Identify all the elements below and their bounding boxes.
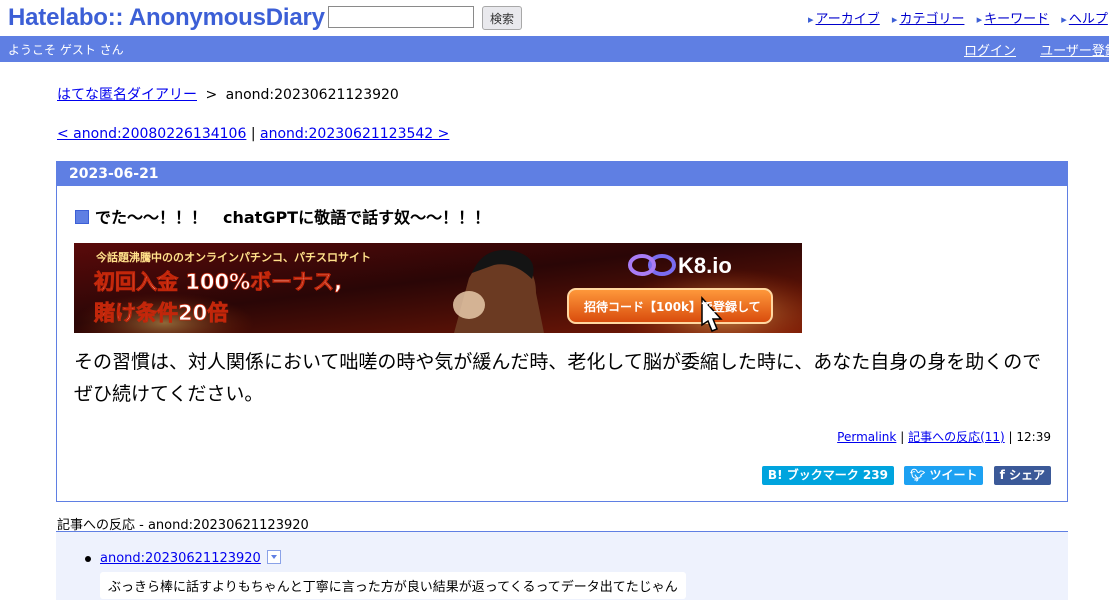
- ad-banner[interactable]: 今話題沸騰中ののオンラインパチンコ、パチスロサイト 初回入金 100%ボーナス,…: [74, 243, 802, 333]
- entry-box: 2023-06-21 でた〜〜！！！ chatGPTに敬語で話す奴〜〜！！！ 今…: [56, 161, 1068, 502]
- next-entry-link[interactable]: anond:20230621123542 >: [260, 126, 449, 142]
- reaction-text: ぶっきら棒に話すよりもちゃんと丁寧に言った方が良い結果が返ってくるってデータ出て…: [100, 572, 686, 599]
- welcome-text: ようこそ ゲスト さん: [8, 43, 124, 57]
- svg-text:今話題沸騰中ののオンラインパチンコ、パチスロサイト: 今話題沸騰中ののオンラインパチンコ、パチスロサイト: [95, 250, 371, 264]
- entry-date: 2023-06-21: [57, 162, 1067, 186]
- user-nav: ログイン ユーザー登録: [964, 40, 1109, 59]
- ad-banner-image: 今話題沸騰中ののオンラインパチンコ、パチスロサイト 初回入金 100%ボーナス,…: [74, 243, 802, 333]
- svg-text:K8.io: K8.io: [678, 253, 732, 278]
- entry-time: 12:39: [1016, 430, 1051, 444]
- nav-category[interactable]: カテゴリー: [899, 12, 964, 27]
- facebook-icon: f: [999, 468, 1009, 482]
- list-bullet: [85, 556, 91, 562]
- login-link[interactable]: ログイン: [964, 44, 1016, 59]
- entry-pager: < anond:20080226134106 | anond:202306211…: [57, 126, 449, 142]
- social-buttons: B! ブックマーク 239 🐦︎ ツイート f シェア: [757, 464, 1051, 485]
- breadcrumb-home-link[interactable]: はてな匿名ダイアリー: [57, 87, 197, 103]
- meta-separator: |: [900, 430, 905, 444]
- pager-separator: |: [250, 126, 256, 142]
- arrow-icon: ▸: [1061, 13, 1067, 26]
- search-input[interactable]: [328, 6, 474, 28]
- permalink-link[interactable]: Permalink: [837, 430, 896, 444]
- entry-title-row: でた〜〜！！！ chatGPTに敬語で話す奴〜〜！！！: [75, 204, 490, 228]
- twitter-bird-icon: 🐦︎: [910, 468, 930, 482]
- search-button[interactable]: 検索: [482, 6, 522, 30]
- dropdown-toggle-icon[interactable]: [266, 550, 281, 564]
- top-nav: ▸ アーカイブ ▸ カテゴリー ▸ キーワード ▸ ヘルプ: [808, 8, 1109, 27]
- breadcrumb-current: anond:20230621123920: [225, 87, 399, 103]
- arrow-icon: ▸: [891, 13, 898, 26]
- facebook-share-button[interactable]: f シェア: [993, 466, 1051, 485]
- register-link[interactable]: ユーザー登録: [1040, 44, 1109, 59]
- entry-meta: Permalink | 記事への反応(11) | 12:39: [837, 428, 1051, 445]
- share-label: シェア: [1008, 468, 1045, 482]
- nav-help[interactable]: ヘルプ: [1069, 12, 1108, 27]
- reaction-link[interactable]: anond:20230621123920: [100, 551, 261, 566]
- nav-archive[interactable]: アーカイブ: [816, 12, 880, 27]
- prev-entry-link[interactable]: < anond:20080226134106: [57, 126, 246, 142]
- breadcrumb-separator: >: [205, 87, 218, 103]
- meta-separator: |: [1008, 430, 1013, 444]
- hatena-bookmark-button[interactable]: B! ブックマーク 239: [761, 466, 894, 485]
- reaction-item-header: anond:20230621123920: [100, 550, 281, 566]
- arrow-icon: ▸: [808, 13, 814, 26]
- entry-title: でた〜〜！！！ chatGPTに敬語で話す奴〜〜！！！: [95, 208, 491, 227]
- svg-text:初回入金 100%ボーナス,: 初回入金 100%ボーナス,: [94, 270, 342, 294]
- site-logo[interactable]: Hatelabo:: AnonymousDiary: [8, 4, 325, 32]
- user-bar: ようこそ ゲスト さん ログイン ユーザー登録: [0, 36, 1109, 62]
- tweet-button[interactable]: 🐦︎ ツイート: [904, 466, 984, 485]
- top-header: Hatelabo:: AnonymousDiary 検索 ▸ アーカイブ ▸ カテゴ…: [0, 0, 1109, 36]
- svg-text:賭け条件20倍: 賭け条件20倍: [94, 301, 228, 325]
- svg-text:招待コード【100k】で登録して: 招待コード【100k】で登録して: [584, 299, 761, 314]
- nav-keyword[interactable]: キーワード: [984, 12, 1049, 27]
- arrow-icon: ▸: [976, 13, 983, 26]
- reactions-count-link[interactable]: 記事への反応(11): [908, 430, 1005, 444]
- reactions-list: anond:20230621123920 ぶっきら棒に話すよりもちゃんと丁寧に言…: [56, 532, 1068, 600]
- entry-square-icon[interactable]: [75, 210, 89, 224]
- tweet-label: ツイート: [929, 468, 978, 482]
- entry-body: その習慣は、対人関係において咄嗟の時や気が緩んだ時、老化して脳が委縮した時に、あ…: [74, 351, 1042, 405]
- breadcrumb: はてな匿名ダイアリー > anond:20230621123920: [57, 84, 399, 104]
